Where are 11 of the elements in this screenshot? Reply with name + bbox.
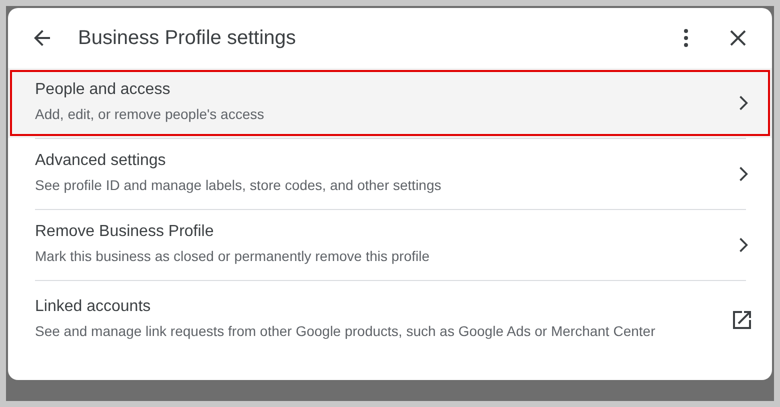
settings-item[interactable]: People and access Add, edit, or remove people's access xyxy=(8,68,772,138)
dialog-title: Business Profile settings xyxy=(78,26,297,50)
item-description: See profile ID and manage labels, store codes, and other settings xyxy=(35,176,442,195)
item-title: Advanced settings xyxy=(35,152,167,170)
item-title: Linked accounts xyxy=(35,298,152,316)
item-description: Add, edit, or remove people's access xyxy=(35,105,266,124)
external-link-icon xyxy=(730,308,754,332)
item-description: See and manage link requests from other Google products, such as Google Ads or Merchant Center xyxy=(35,322,656,341)
item-title: Remove Business Profile xyxy=(35,223,215,241)
item-title: People and access xyxy=(35,81,172,99)
item-description: Mark this business as closed or permanently remove this profile xyxy=(35,247,431,266)
